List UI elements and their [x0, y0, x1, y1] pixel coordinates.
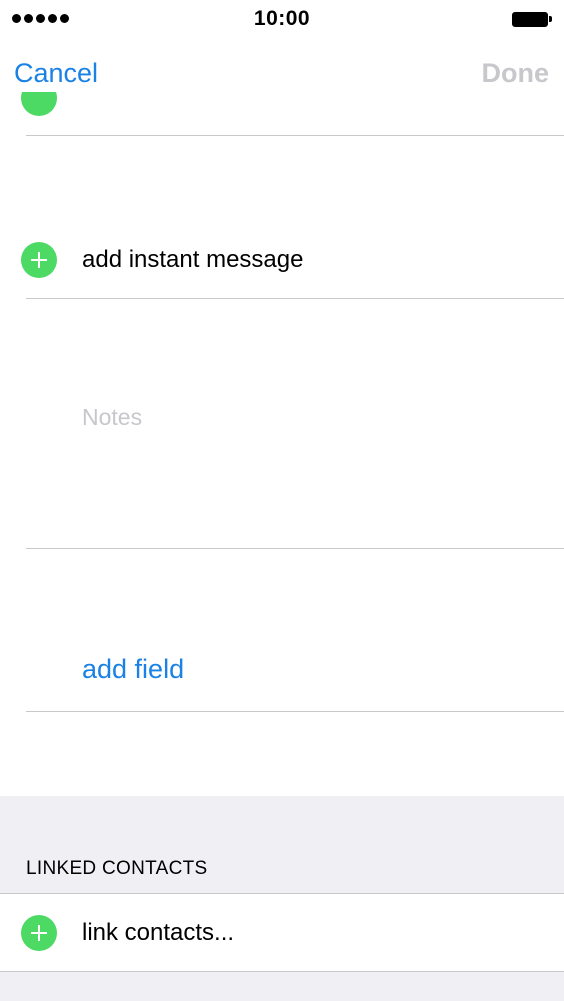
done-button[interactable]: Done	[482, 58, 550, 89]
status-time: 10:00	[253, 7, 311, 30]
add-icon[interactable]	[21, 242, 57, 278]
link-contacts-label: link contacts...	[82, 919, 235, 946]
add-instant-message-label: add instant message	[82, 246, 304, 273]
battery-icon	[512, 12, 552, 27]
separator	[26, 135, 564, 136]
notes-field[interactable]: Notes	[82, 404, 142, 431]
navigation-bar: Cancel Done	[0, 40, 564, 100]
section-footer	[0, 972, 564, 1001]
add-icon[interactable]	[21, 915, 57, 951]
add-icon-partial[interactable]	[21, 92, 57, 116]
add-instant-message-row[interactable]: add instant message	[0, 240, 564, 280]
status-bar: 10:00	[0, 0, 564, 40]
separator	[0, 893, 564, 894]
separator	[26, 548, 564, 549]
add-field-button[interactable]: add field	[82, 654, 184, 685]
separator	[26, 711, 564, 712]
separator	[26, 298, 564, 299]
linked-contacts-header: LINKED CONTACTS	[26, 858, 208, 879]
link-contacts-row[interactable]: link contacts...	[0, 913, 564, 953]
cancel-button[interactable]: Cancel	[14, 58, 98, 89]
